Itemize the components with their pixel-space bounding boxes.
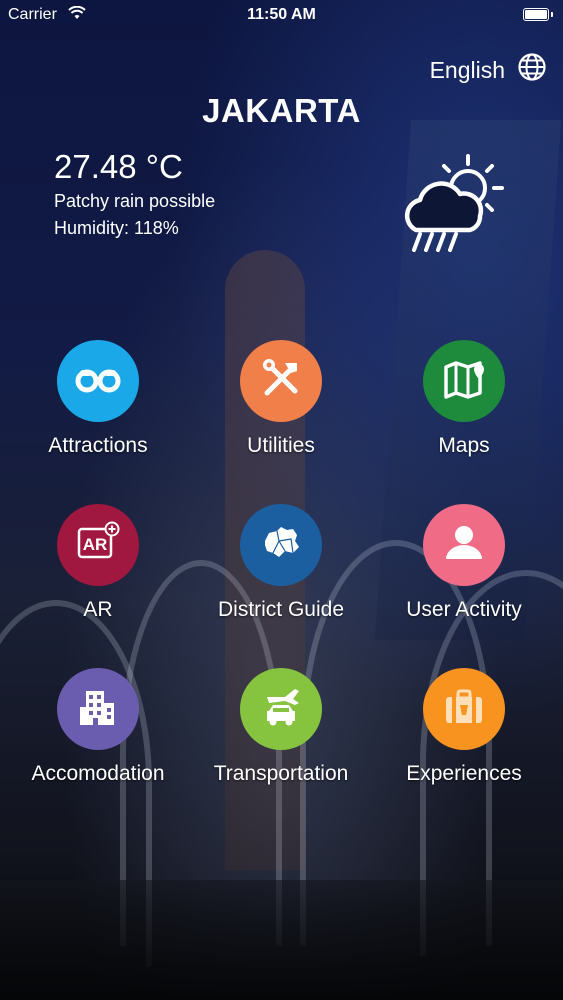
battery-icon [523,8,553,21]
tools-icon [255,353,307,410]
experiences-circle [423,668,505,750]
rain-sun-cloud-icon [398,150,510,258]
attractions-circle [57,340,139,422]
menu-item-attractions[interactable]: Attractions [8,340,188,458]
menu-item-label: District Guide [217,598,345,621]
ar-circle: AR [57,504,139,586]
language-label: English [429,56,505,83]
menu-item-ar[interactable]: AR AR [8,504,188,622]
user-icon [438,517,490,574]
menu-item-label: Maps [438,434,490,457]
humidity: Humidity: 118% [54,218,179,238]
weather-condition: Patchy rain possible [54,191,216,211]
menu-item-transportation[interactable]: Transportation [191,668,371,786]
temperature: 27.48 °C [54,148,183,185]
menu-item-experiences[interactable]: Experiences [374,668,554,786]
svg-text:AR: AR [83,535,108,554]
map-icon [438,353,490,410]
menu-item-district-guide[interactable]: District Guide [191,504,371,622]
transport-icon [255,681,307,738]
menu-item-utilities[interactable]: Utilities [191,340,371,458]
menu-item-label: Transportation [213,762,349,785]
user-activity-circle [423,504,505,586]
city-title: JAKARTA [202,92,361,129]
building-icon [72,681,124,738]
menu-item-label: Attractions [48,434,148,457]
binoculars-icon [72,353,124,410]
menu-item-label: Experiences [406,762,522,785]
ar-icon: AR [72,517,124,574]
language-selector[interactable]: English [430,52,547,88]
transportation-circle [240,668,322,750]
accomodation-circle [57,668,139,750]
menu-item-label: AR [83,598,113,621]
clock: 11:50 AM [247,6,316,23]
globe-icon [517,52,547,88]
menu-item-label: Accomodation [31,762,165,785]
menu-item-accomodation[interactable]: Accomodation [8,668,188,786]
district-map-icon [255,517,307,574]
menu-item-user-activity[interactable]: User Activity [374,504,554,622]
utilities-circle [240,340,322,422]
menu-item-label: Utilities [247,434,315,457]
status-bar: Carrier 11:50 AM [0,0,563,30]
menu-item-maps[interactable]: Maps [374,340,554,458]
menu-item-label: User Activity [406,598,522,621]
suitcase-icon [438,681,490,738]
district-guide-circle [240,504,322,586]
maps-circle [423,340,505,422]
